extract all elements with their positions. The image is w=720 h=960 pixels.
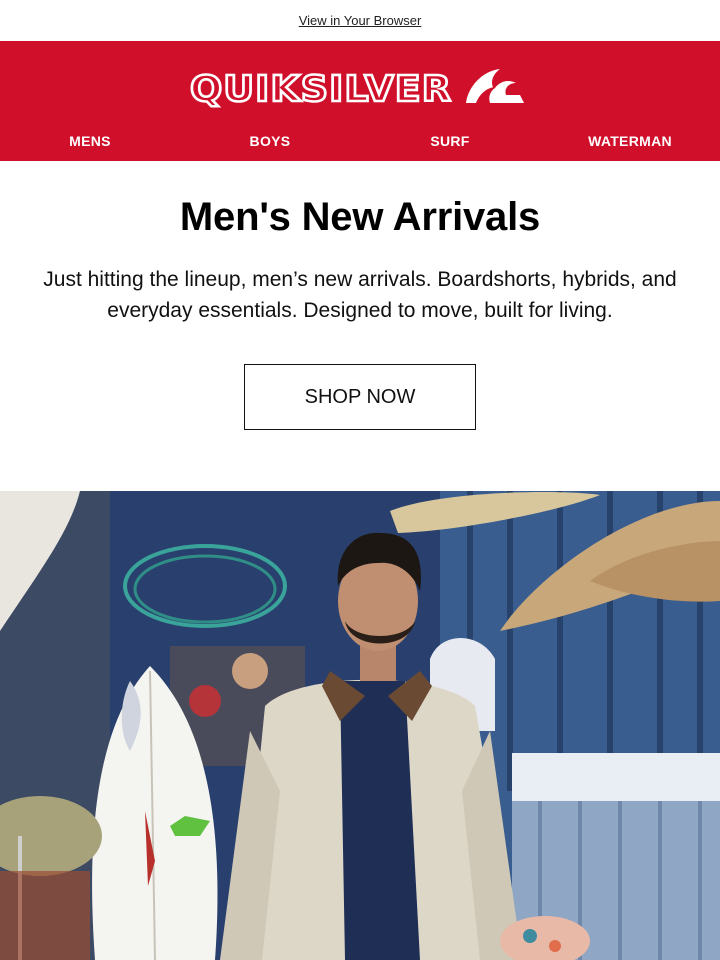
hero-photo[interactable] (0, 491, 720, 960)
hero-title: Men's New Arrivals (179, 195, 541, 239)
svg-text:QUIKSILVER: QUIKSILVER (190, 69, 452, 110)
brand-header: QUIKSILVER MENS BOYS SURF WATERMAN (0, 41, 720, 161)
quiksilver-logo-icon: QUIKSILVER (190, 68, 524, 111)
nav-item-waterman[interactable]: WATERMAN (550, 133, 710, 149)
hero-body: Just hitting the lineup, men’s new arriv… (43, 268, 677, 322)
nav-item-surf[interactable]: SURF (370, 133, 530, 149)
nav-item-mens[interactable]: MENS (10, 133, 170, 149)
shop-now-button[interactable]: SHOP NOW (244, 364, 476, 430)
view-in-browser-link[interactable]: View in Your Browser (299, 13, 422, 28)
nav-item-boys[interactable]: BOYS (190, 133, 350, 149)
main-nav: MENS BOYS SURF WATERMAN (0, 129, 720, 153)
brand-logo[interactable]: QUIKSILVER (0, 63, 720, 111)
hero-section: Men's New Arrivals Just hitting the line… (0, 161, 720, 430)
workshop-photo-illustration (0, 491, 720, 960)
preheader: View in Your Browser (0, 0, 720, 41)
